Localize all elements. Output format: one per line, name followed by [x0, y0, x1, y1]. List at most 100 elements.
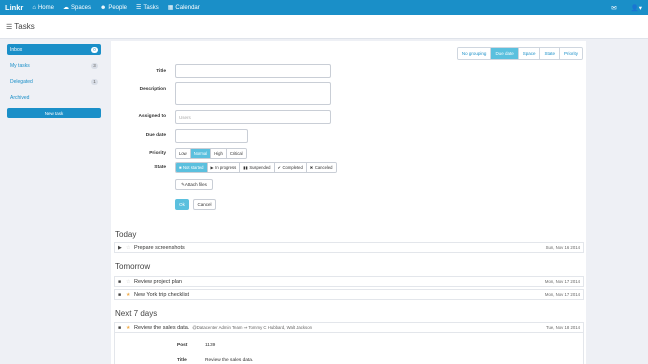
cancel-button[interactable]: Cancel [193, 199, 216, 210]
priority-high[interactable]: High [210, 149, 226, 158]
state-label-text: Suspended [249, 165, 271, 170]
section-tomorrow: Tomorrow [115, 262, 151, 271]
task-row[interactable]: ▶ ☆ Prepare screenshots Sun, Nov 16 2014 [114, 242, 584, 253]
cross-icon: ✖ [309, 165, 314, 170]
state-in-progress[interactable]: ▶ In progress [206, 163, 240, 172]
sidebar-item-label: My tasks [10, 62, 30, 69]
sidebar-item-my-tasks[interactable]: My tasks 3 [7, 60, 101, 71]
brand-logo[interactable]: Linkr [5, 3, 23, 12]
grouping-selector: No grouping Due date Space State Priorit… [456, 47, 583, 60]
check-icon: ✔ [277, 165, 282, 170]
star-icon[interactable]: ★ [126, 325, 132, 331]
task-detail: Post 1139 Title Review the sales data. [114, 333, 584, 364]
tasks-icon: ☰ [136, 5, 142, 11]
sidebar: Inbox 0 My tasks 3 Delegated 1 Archived … [7, 44, 101, 118]
page-title: ☰ Tasks [6, 22, 35, 31]
home-icon: ⌂ [32, 4, 36, 11]
task-date: Mon, Nov 17 2014 [544, 279, 580, 284]
ok-button[interactable]: Ok [175, 199, 189, 210]
stop-icon: ■ [179, 165, 182, 170]
sidebar-item-label: Delegated [10, 78, 33, 85]
group-due-date[interactable]: Due date [490, 48, 518, 59]
user-menu-icon[interactable]: 👤▾ [631, 4, 642, 12]
state-label-text: Completed [282, 165, 303, 170]
star-icon[interactable]: ★ [126, 292, 132, 298]
task-date: Sun, Nov 16 2014 [545, 245, 580, 250]
task-row[interactable]: ■ ★ Review the sales data. @Datacenter A… [114, 322, 584, 333]
nav-people[interactable]: ☻ People [100, 5, 127, 11]
detail-title-value: Review the sales data. [205, 358, 254, 363]
group-space[interactable]: Space [517, 48, 540, 59]
description-label: Description [139, 87, 166, 92]
task-name[interactable]: Prepare screenshots [134, 245, 185, 251]
new-task-button[interactable]: New task [7, 108, 101, 118]
priority-selector: Low Normal High Critical [175, 148, 247, 159]
assigned-label: Assigned to [138, 114, 166, 119]
nav-tasks[interactable]: ☰ Tasks [136, 4, 159, 12]
state-completed[interactable]: ✔ Completed [273, 163, 306, 172]
page-header: ☰ Tasks [0, 15, 648, 39]
detail-title-label: Title [177, 358, 187, 363]
title-input[interactable] [175, 64, 331, 78]
group-state[interactable]: State [539, 48, 559, 59]
priority-label: Priority [149, 151, 166, 156]
mail-icon[interactable]: ✉ [611, 4, 616, 12]
state-not-started[interactable]: ■ Not started [176, 163, 207, 172]
priority-low[interactable]: Low [176, 149, 190, 158]
top-navbar: Linkr ⌂ Home ☁ Spaces ☻ People ☰ Tasks ▦… [0, 0, 648, 15]
due-date-label: Due date [145, 133, 166, 138]
nav-tasks-label: Tasks [143, 4, 159, 11]
sidebar-item-archived[interactable]: Archived [7, 92, 101, 103]
nav-spaces-label: Spaces [70, 4, 91, 11]
sidebar-item-delegated[interactable]: Delegated 1 [7, 76, 101, 87]
task-name[interactable]: New York trip checklist [134, 292, 189, 298]
state-label-text: Not started [183, 165, 204, 170]
state-suspended[interactable]: ▮▮ Suspended [239, 163, 274, 172]
state-icon[interactable]: ■ [118, 292, 122, 298]
priority-normal[interactable]: Normal [189, 149, 211, 158]
state-label-text: Canceled [314, 165, 333, 170]
page-title-text: Tasks [14, 22, 35, 31]
section-today: Today [115, 230, 137, 239]
post-label: Post [177, 343, 188, 348]
main-panel: No grouping Due date Space State Priorit… [111, 41, 586, 364]
state-selector: ■ Not started ▶ In progress ▮▮ Suspended… [175, 162, 337, 173]
state-icon[interactable]: ■ [118, 279, 122, 285]
task-date: Tue, Nov 18 2014 [546, 325, 580, 330]
star-icon[interactable]: ☆ [126, 279, 132, 285]
nav-home[interactable]: ⌂ Home [32, 5, 54, 11]
task-row[interactable]: ■ ★ New York trip checklist Mon, Nov 17 … [114, 289, 584, 300]
due-date-input[interactable] [175, 129, 248, 143]
sidebar-item-inbox[interactable]: Inbox 0 [7, 44, 101, 55]
play-icon: ▶ [210, 165, 214, 170]
state-canceled[interactable]: ✖ Canceled [305, 163, 336, 172]
title-label: Title [156, 69, 166, 74]
state-label: State [154, 165, 166, 170]
group-priority[interactable]: Priority [558, 48, 582, 59]
task-name[interactable]: Review the sales data. [134, 325, 189, 331]
task-date: Mon, Nov 17 2014 [544, 292, 580, 297]
star-icon[interactable]: ☆ [126, 245, 132, 251]
description-textarea[interactable] [175, 82, 331, 105]
state-icon[interactable]: ■ [118, 325, 122, 331]
sidebar-item-label: Inbox [10, 46, 23, 53]
task-name[interactable]: Review project plan [134, 279, 182, 285]
calendar-icon: ▦ [167, 5, 174, 11]
pause-icon: ▮▮ [243, 165, 248, 170]
nav-calendar[interactable]: ▦ Calendar [167, 4, 200, 12]
people-icon: ☻ [100, 4, 107, 11]
group-no-grouping[interactable]: No grouping [457, 48, 491, 59]
attach-files-button[interactable]: ✎Attach files [175, 179, 213, 190]
expand-icon[interactable]: ▶ [118, 245, 122, 251]
task-row[interactable]: ■ ☆ Review project plan Mon, Nov 17 2014 [114, 276, 584, 287]
spaces-icon: ☁ [62, 5, 69, 11]
assigned-users-input[interactable]: Users [175, 110, 331, 124]
section-next-7-days: Next 7 days [115, 309, 158, 318]
count-badge: 0 [91, 46, 98, 53]
state-label-text: In progress [215, 165, 237, 170]
priority-critical[interactable]: Critical [225, 149, 246, 158]
nav-spaces[interactable]: ☁ Spaces [62, 4, 91, 12]
topbar-right: ✉ 👤▾ [611, 0, 642, 15]
count-badge: 3 [91, 62, 98, 69]
count-badge: 1 [91, 78, 98, 85]
